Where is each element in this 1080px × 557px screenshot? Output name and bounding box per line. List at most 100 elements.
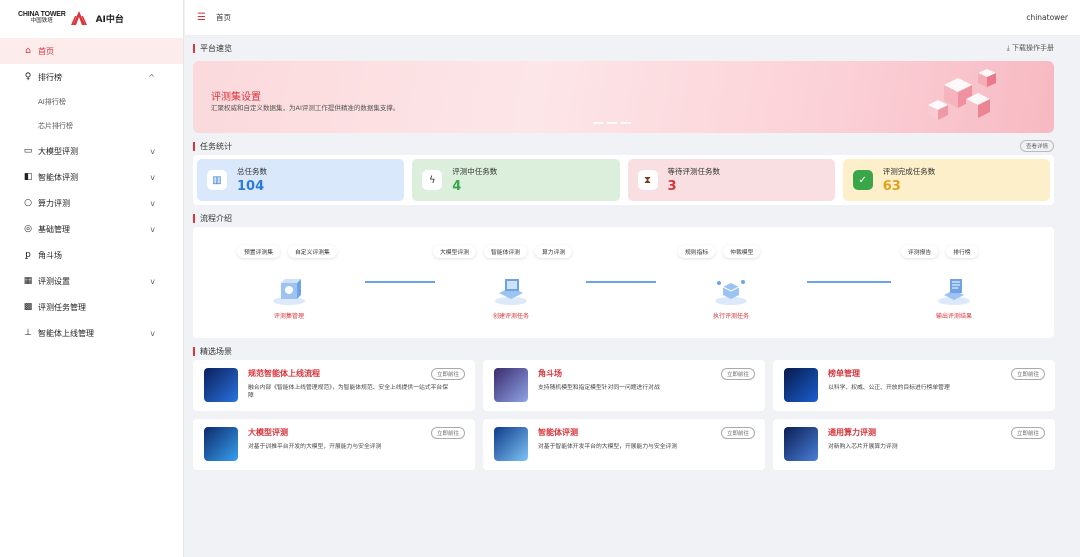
- flow-connector: [365, 281, 435, 283]
- sidebar-item-label: 首页: [38, 46, 54, 56]
- go-button[interactable]: 立即前往: [430, 368, 465, 380]
- carousel-indicators[interactable]: [593, 122, 631, 124]
- stat-card-completed[interactable]: ✓ 评测完成任务数 63: [842, 159, 1050, 201]
- stat-value: 3: [667, 179, 677, 194]
- scene-card-llm-eval[interactable]: 大模型评测 对基于训推平台开发的大模型，开展能力与安全评测 立即前往: [193, 419, 475, 470]
- flow-tags-1: 预置评测集 自定义评测集: [237, 245, 337, 258]
- agent-launch-thumbnail-icon: [204, 368, 238, 402]
- chevron-down-icon: v: [150, 198, 155, 208]
- chevron-down-icon: v: [150, 146, 155, 156]
- breadcrumb[interactable]: 首页: [216, 12, 231, 23]
- scene-card-agent-eval[interactable]: 智能体评测 对基于智能体开发平台的大模型，开展能力与安全评测 立即前往: [483, 419, 765, 470]
- dataset-management-icon: [273, 279, 305, 305]
- sidebar-item-label: 评测任务管理: [38, 302, 86, 312]
- stat-card-total[interactable]: ▥ 总任务数 104: [197, 159, 405, 201]
- user-name[interactable]: chinatower: [1026, 13, 1068, 22]
- stat-label: 总任务数: [237, 167, 267, 176]
- agent-icon: ◧: [23, 172, 33, 182]
- sidebar-item-label: 角斗场: [38, 250, 62, 260]
- sidebar-subitem-chip-leaderboard[interactable]: 芯片排行榜: [0, 114, 183, 138]
- sidebar-item-compute-eval[interactable]: ○ 算力评测 v: [0, 190, 183, 216]
- flow-tags-3: 规则指标 仲裁模型: [678, 245, 761, 258]
- chart-icon: ▥: [207, 170, 227, 190]
- sidebar-item-agent-eval[interactable]: ◧ 智能体评测 v: [0, 164, 183, 190]
- sidebar-nav: ⌂ 首页 ♀ 排行榜 ^ AI排行榜 芯片排行榜 ▭ 大模型评测 v ◧ 智能体评测 v ○ 算…: [0, 38, 183, 346]
- sidebar-item-leaderboard[interactable]: ♀ 排行榜 ^: [0, 64, 183, 90]
- logo-brand: CHINA TOWER 中国铁塔: [18, 11, 66, 25]
- sidebar-item-label: 智能体上线管理: [38, 328, 94, 338]
- stat-label: 等待评测任务数: [667, 167, 721, 176]
- go-button[interactable]: 立即前往: [1010, 427, 1045, 439]
- task-icon: ▩: [23, 302, 33, 312]
- sidebar-item-llm-eval[interactable]: ▭ 大模型评测 v: [0, 138, 183, 164]
- sidebar-item-task-mgmt[interactable]: ▩ 评测任务管理: [0, 294, 183, 320]
- stat-card-running[interactable]: ϟ 评测中任务数 4: [412, 159, 620, 201]
- scene-card-desc: 对基于智能体开发平台的大模型，开展能力与安全评测: [538, 444, 678, 450]
- go-button[interactable]: 立即前往: [720, 368, 755, 380]
- sidebar-item-agent-launch[interactable]: ⊥ 智能体上线管理 v: [0, 320, 183, 346]
- stat-value: 4: [452, 179, 462, 194]
- scene-card-agent-launch[interactable]: 规范智能体上线流程 融合内部《智能体上线管理规范》，为智能体规范、安全上线提供一…: [193, 360, 475, 411]
- upload-icon: ⊥: [24, 328, 32, 338]
- flow-tag: 自定义评测集: [288, 245, 337, 258]
- hourglass-icon: ⧗: [637, 170, 658, 190]
- grid-icon: ▦: [23, 276, 33, 286]
- flow-tag: 仲裁模型: [723, 245, 761, 258]
- llm-eval-thumbnail-icon: [204, 427, 238, 461]
- sidebar-subitem-ai-leaderboard[interactable]: AI排行榜: [0, 90, 183, 114]
- sidebar-item-label: 基础管理: [38, 224, 70, 234]
- sidebar-item-arena[interactable]: ꝑ 角斗场: [0, 242, 183, 268]
- view-details-button[interactable]: 查看详情: [1019, 140, 1054, 152]
- banner-title: 评测集设置: [211, 92, 261, 103]
- sidebar-item-eval-settings[interactable]: ▦ 评测设置 v: [0, 268, 183, 294]
- create-task-icon: [495, 279, 527, 305]
- chat-icon: ▭: [23, 146, 33, 156]
- flow-panel: 预置评测集 自定义评测集 大模型评测 智能体评测 算力评测 规则指标 仲裁模型 …: [193, 227, 1054, 338]
- go-button[interactable]: 立即前往: [1010, 368, 1045, 380]
- sidebar-item-label: 评测设置: [38, 276, 70, 286]
- scene-card-desc: 对新购入芯片开展算力评测: [828, 444, 898, 450]
- flow-tag: 评测报告: [901, 245, 939, 258]
- stat-label: 评测完成任务数: [882, 167, 936, 176]
- arena-icon: ꝑ: [25, 250, 31, 260]
- menu-icon[interactable]: ☰: [197, 12, 206, 23]
- stat-card-waiting[interactable]: ⧗ 等待评测任务数 3: [627, 159, 835, 201]
- section-overview-title: 平台速览 ⤓ 下载操作手册: [193, 41, 1054, 55]
- compute-eval-thumbnail-icon: [784, 427, 818, 461]
- scene-card-desc: 以科学、权威、公正、开放的目标进行榜单管理: [828, 385, 950, 391]
- stats-panel: ▥ 总任务数 104 ϟ 评测中任务数 4 ⧗ 等待评测任务数 3 ✓ 评测完成任务数 63: [193, 155, 1054, 205]
- stat-value: 104: [237, 179, 265, 194]
- cubes-illustration-icon: [928, 69, 996, 120]
- flow-tag: 大模型评测: [433, 245, 476, 258]
- flow-connector: [586, 281, 656, 283]
- settings-icon: ◎: [24, 224, 32, 234]
- scene-card-compute-eval[interactable]: 通用算力评测 对新购入芯片开展算力评测 立即前往: [773, 419, 1055, 470]
- agent-eval-thumbnail-icon: [494, 427, 528, 461]
- logo[interactable]: CHINA TOWER 中国铁塔 AI中台: [0, 0, 183, 36]
- tower-logo-icon: [70, 11, 87, 25]
- scene-card-leaderboard[interactable]: 榜单管理 以科学、权威、公正、开放的目标进行榜单管理 立即前往: [773, 360, 1055, 411]
- sidebar-item-label: 智能体评测: [38, 172, 78, 182]
- sidebar: CHINA TOWER 中国铁塔 AI中台 ⌂ 首页 ♀ 排行榜 ^ AI排行榜 芯片…: [0, 0, 184, 557]
- chevron-up-icon: ^: [148, 72, 155, 82]
- section-scenes-title: 精选场景: [193, 344, 1054, 358]
- download-manual-link[interactable]: ⤓ 下载操作手册: [1007, 43, 1054, 53]
- overview-banner[interactable]: 评测集设置 汇聚权威和自定义数据集，为AI评测工作提供精准的数据集支撑。: [193, 61, 1054, 133]
- chevron-down-icon: v: [150, 276, 155, 286]
- flow-tags-2: 大模型评测 智能体评测 算力评测: [433, 245, 573, 258]
- section-flow-title: 流程介绍: [193, 211, 1054, 225]
- flow-tag: 排行榜: [946, 245, 978, 258]
- flow-connector: [807, 281, 891, 283]
- banner-description: 汇聚权威和自定义数据集，为AI评测工作提供精准的数据集支撑。: [211, 104, 400, 112]
- sidebar-item-home[interactable]: ⌂ 首页: [0, 38, 183, 64]
- flow-step-label: 评测集管理: [273, 313, 304, 320]
- go-button[interactable]: 立即前往: [720, 427, 755, 439]
- scene-card-arena[interactable]: 角斗场 支持随机模型和指定模型针对同一问题进行对战 立即前往: [483, 360, 765, 411]
- sidebar-item-basic-mgmt[interactable]: ◎ 基础管理 v: [0, 216, 183, 242]
- section-title-text: 平台速览: [200, 43, 232, 53]
- topbar: ☰ 首页 chinatower: [185, 0, 1080, 36]
- section-stats-title: 任务统计 查看详情: [193, 139, 1054, 153]
- go-button[interactable]: 立即前往: [430, 427, 465, 439]
- stat-value: 63: [882, 179, 901, 194]
- sidebar-item-label: 大模型评测: [38, 146, 78, 156]
